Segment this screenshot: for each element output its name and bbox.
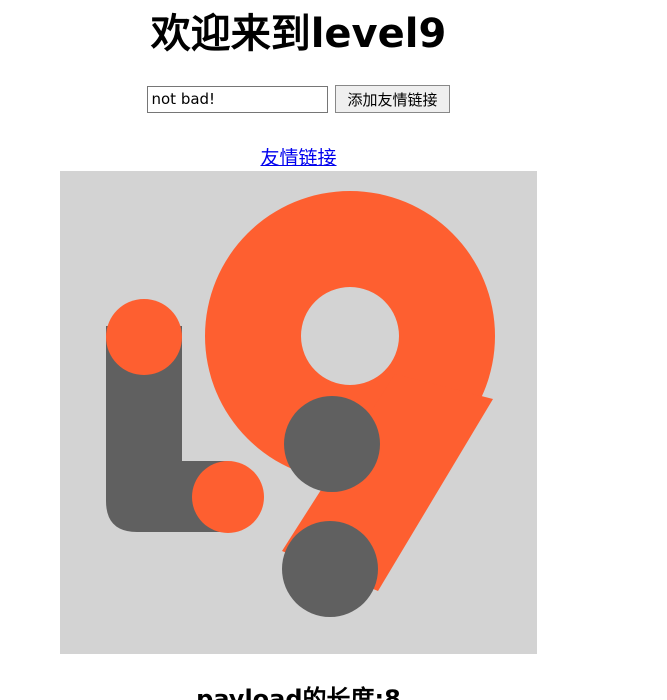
logo-l-foot-dot xyxy=(192,461,264,533)
logo-nine-middle-dot xyxy=(284,396,380,492)
logo-l-top-dot xyxy=(106,299,182,375)
logo-nine-bottom-dot xyxy=(282,521,378,617)
page: 欢迎来到level9 添加友情链接 友情链接 payload的长度:8 xyxy=(0,0,667,700)
friend-link[interactable]: 友情链接 xyxy=(260,147,336,169)
add-link-button[interactable]: 添加友情链接 xyxy=(335,85,450,113)
keyword-input[interactable] xyxy=(147,85,329,113)
payload-length-text: payload的长度:8 xyxy=(196,685,401,700)
level9-logo xyxy=(60,171,537,654)
friend-link-container: 友情链接 xyxy=(0,145,597,171)
page-title: 欢迎来到level9 xyxy=(150,11,447,57)
add-link-form: 添加友情链接 xyxy=(0,85,597,113)
